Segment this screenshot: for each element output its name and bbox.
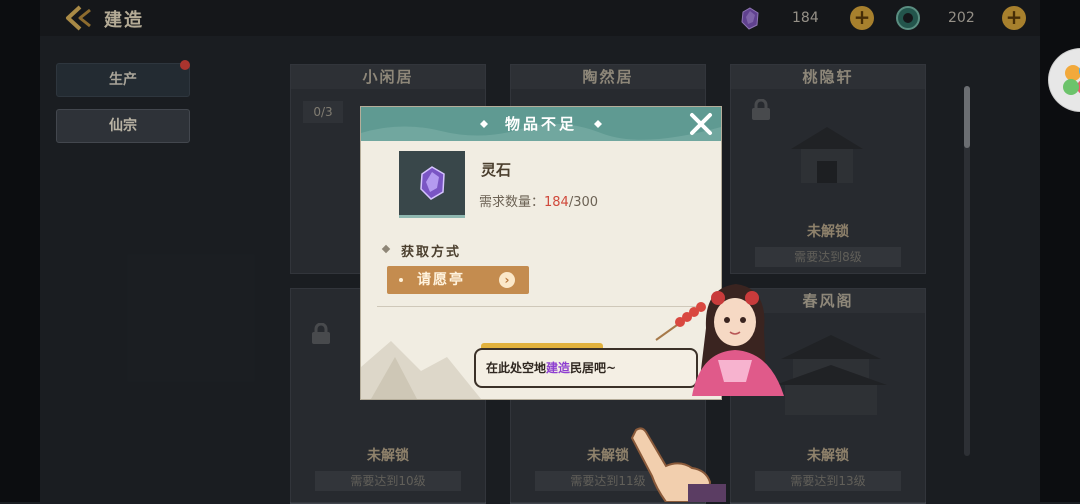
game-screen: 建造 184 + 202 + 生产 仙宗 小闲居 0/3 陶然居 桃隐轩 未解锁…: [40, 0, 1040, 504]
spirit-stone-icon: [420, 166, 445, 200]
needed-quantity: /300: [568, 195, 599, 210]
arrow-right-icon: ›: [499, 272, 515, 288]
tutorial-hand-pointer-icon: [630, 427, 726, 502]
close-icon[interactable]: [688, 111, 714, 137]
acquire-methods-title: 获取方式: [401, 245, 462, 260]
tutorial-text-a: 在此处空地: [486, 361, 547, 375]
required-quantity: 需求数量：184/300: [479, 191, 598, 210]
dialog-title: 物品不足: [504, 115, 577, 133]
title-diamond-right: [594, 120, 602, 128]
item-name: 灵石: [481, 161, 512, 179]
section-diamond-icon: [381, 244, 391, 254]
owned-quantity: 184: [544, 195, 569, 210]
item-slot: [399, 151, 465, 218]
ink-mountain-decoration: [361, 341, 481, 399]
source-button-qingyuanting[interactable]: 请愿亭 ›: [387, 266, 529, 294]
left-letterbox: [0, 0, 40, 502]
tutorial-highlight: 建造: [546, 361, 571, 375]
bullet-dot: [399, 278, 403, 282]
tutorial-text: 在此处空地建造民居吧~: [486, 350, 616, 386]
required-quantity-label: 需求数量：: [479, 195, 545, 210]
source-button-label: 请愿亭: [417, 272, 465, 288]
guide-character: [655, 284, 784, 396]
tutorial-text-b: 民居吧~: [570, 361, 617, 375]
